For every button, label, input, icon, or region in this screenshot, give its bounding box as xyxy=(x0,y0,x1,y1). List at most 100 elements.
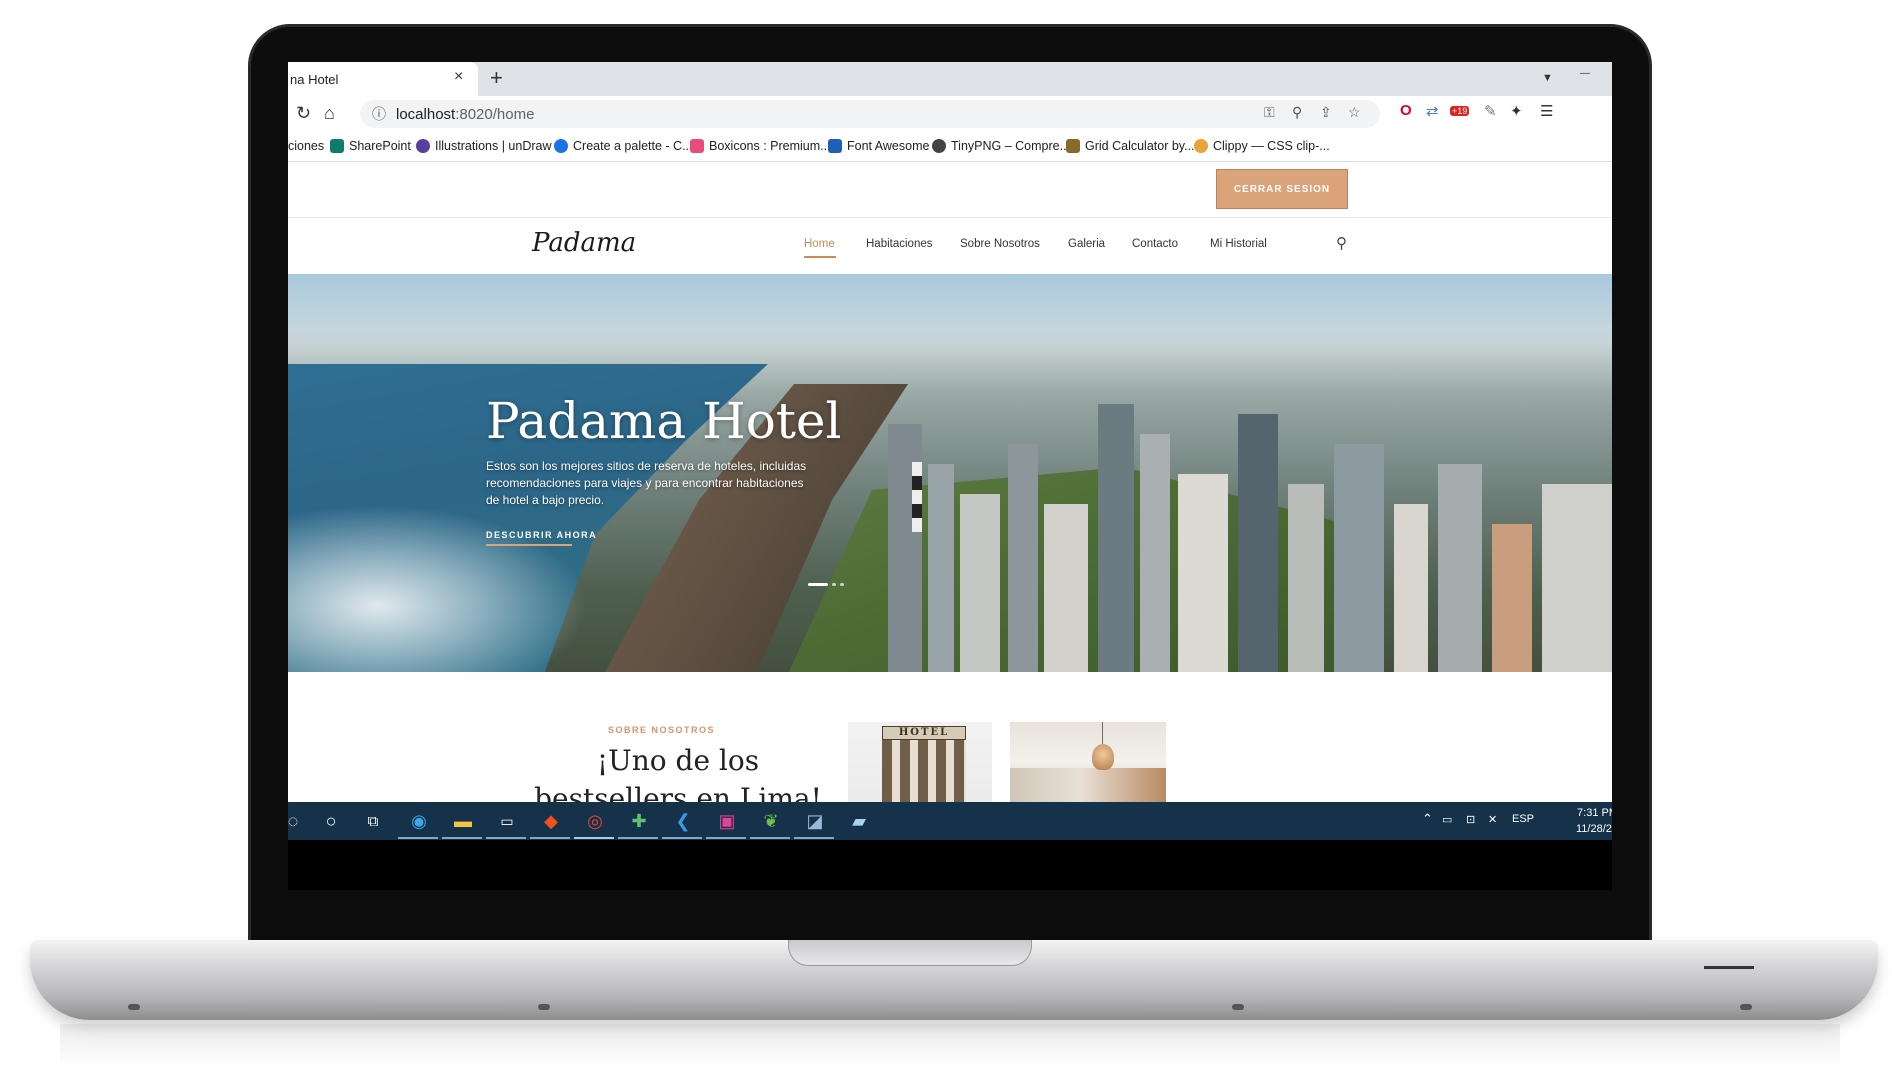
edge-icon[interactable]: ◉ xyxy=(406,808,432,834)
hero-city xyxy=(848,344,1612,672)
clock-date: 11/28/20 xyxy=(1575,823,1612,835)
cortana-icon[interactable]: ○ xyxy=(318,808,344,834)
hotel-sign: HOTEL xyxy=(882,726,966,740)
profile-menu-icon[interactable]: ▼ xyxy=(1542,72,1553,84)
tab-close-icon[interactable]: × xyxy=(454,68,463,86)
active-nav-underline xyxy=(804,256,836,258)
logout-button[interactable]: CERRAR SESION xyxy=(1216,169,1348,209)
bookmark-item[interactable]: Font Awesome xyxy=(828,139,929,153)
laptop-reflection xyxy=(60,1024,1840,1068)
nav-mi-historial[interactable]: Mi Historial xyxy=(1210,238,1267,250)
browser-tab[interactable]: na Hotel × xyxy=(288,62,478,96)
reload-icon[interactable]: ↻ xyxy=(296,103,311,124)
slider-dot[interactable] xyxy=(840,583,844,586)
browser-tab-bar: na Hotel × + ▼ — xyxy=(288,62,1612,96)
drawing-app-icon[interactable]: ◪ xyxy=(802,808,828,834)
spring-icon[interactable]: ❦ xyxy=(758,808,784,834)
bookmark-item[interactable]: Clippy — CSS clip-... xyxy=(1194,139,1330,153)
lamp-cord xyxy=(1102,722,1103,744)
notification-badge[interactable]: +19 xyxy=(1450,106,1470,116)
laptop-foot xyxy=(1740,1004,1752,1010)
url-text: localhost:8020/home xyxy=(396,106,535,123)
nav-galeria[interactable]: Galeria xyxy=(1068,238,1105,250)
bookmark-item[interactable]: Grid Calculator by... xyxy=(1066,139,1195,153)
system-clock[interactable]: 7:31 PM 11/28/20 xyxy=(1558,805,1612,837)
bookmark-item[interactable]: Create a palette - C... xyxy=(554,139,693,153)
tab-title: na Hotel xyxy=(290,71,339,87)
laptop-screen: na Hotel × + ▼ — ↻ ⌂ ⓘ localhost:8020/ho… xyxy=(288,62,1612,890)
intellij-icon[interactable]: ▣ xyxy=(714,808,740,834)
laptop-foot xyxy=(1232,1004,1244,1010)
tray-chevron-icon[interactable]: ⌃ xyxy=(1422,811,1433,827)
search-icon[interactable]: ⚲ xyxy=(1336,234,1347,252)
sticky-app-icon[interactable]: ✚ xyxy=(626,808,652,834)
extensions-puzzle-icon[interactable]: ✦ xyxy=(1510,102,1523,120)
bookmark-item[interactable]: Boxicons : Premium... xyxy=(690,139,831,153)
minimize-icon[interactable]: — xyxy=(1580,68,1590,79)
language-indicator[interactable]: ESP xyxy=(1512,813,1534,825)
laptop-mockup: na Hotel × + ▼ — ↻ ⌂ ⓘ localhost:8020/ho… xyxy=(0,0,1892,1068)
laptop-notch xyxy=(788,940,1032,966)
lighthouse xyxy=(912,462,922,532)
chrome-icon[interactable]: ◎ xyxy=(582,808,608,834)
share-icon[interactable]: ⇪ xyxy=(1320,104,1332,121)
translate-extension-icon[interactable]: ⇄ xyxy=(1426,102,1439,120)
opera-extension-icon[interactable]: O xyxy=(1400,102,1412,119)
font-awesome-flag-icon xyxy=(828,139,842,153)
top-bar: CERRAR SESION xyxy=(288,162,1612,218)
new-tab-icon[interactable]: + xyxy=(490,65,503,91)
discover-underline xyxy=(486,544,572,546)
bookmark-item[interactable]: SharePoint xyxy=(330,139,411,153)
address-bar[interactable]: ⓘ localhost:8020/home ⚿ ⚲ ⇪ ☆ xyxy=(360,100,1380,128)
boxicons-icon xyxy=(690,139,704,153)
about-label: SOBRE NOSOTROS xyxy=(608,725,716,735)
hero-description: Estos son los mejores sitios de reserva … xyxy=(486,459,807,507)
laptop-foot xyxy=(538,1004,550,1010)
nav-sobre-nosotros[interactable]: Sobre Nosotros xyxy=(960,238,1040,250)
slider-dot-active[interactable] xyxy=(808,583,828,586)
nav-habitaciones[interactable]: Habitaciones xyxy=(866,238,932,250)
search-circle-icon[interactable]: ◌ xyxy=(288,808,306,834)
bookmark-item[interactable]: ciones xyxy=(288,139,324,153)
pen-extension-icon[interactable]: ✎ xyxy=(1484,102,1497,120)
file-explorer-icon[interactable]: ▬ xyxy=(450,808,476,834)
coolors-icon xyxy=(554,139,568,153)
laptop-indicator xyxy=(1704,966,1754,969)
bookmark-item[interactable]: TinyPNG – Compre... xyxy=(932,139,1070,153)
slider-dot[interactable] xyxy=(832,583,836,586)
discover-button[interactable]: DESCUBRIR AHORA xyxy=(486,530,597,540)
clock-time: 7:31 PM xyxy=(1577,807,1612,819)
password-key-icon[interactable]: ⚿ xyxy=(1264,104,1275,121)
nav-contacto[interactable]: Contacto xyxy=(1132,238,1178,250)
site-info-icon[interactable]: ⓘ xyxy=(372,104,386,124)
grid-calculator-icon xyxy=(1066,139,1080,153)
nav-home[interactable]: Home xyxy=(804,238,835,250)
laptop-foot xyxy=(128,1004,140,1010)
main-navigation: Padama Home Habitaciones Sobre Nosotros … xyxy=(288,218,1612,274)
reading-list-icon[interactable]: ☰ xyxy=(1540,102,1553,120)
battery-icon[interactable]: ▭ xyxy=(1442,813,1452,826)
notepad-icon[interactable]: ▰ xyxy=(846,808,872,834)
sharepoint-icon xyxy=(330,139,344,153)
site-logo[interactable]: Padama xyxy=(532,228,636,258)
hero-slider: Padama Hotel Estos son los mejores sitio… xyxy=(288,274,1612,672)
volume-muted-icon[interactable]: ✕ xyxy=(1488,813,1497,826)
terminal-icon[interactable]: ▭ xyxy=(494,808,520,834)
windows-taskbar: ◌ ○ ⧉ ◉ ▬ ▭ ◆ ◎ ✚ ❮ ▣ ❦ ◪ ▰ ⌃ ▭ ⊡ ✕ ESP … xyxy=(288,802,1612,840)
browser-toolbar: ↻ ⌂ ⓘ localhost:8020/home ⚿ ⚲ ⇪ ☆ O ⇄ +1… xyxy=(288,96,1612,132)
undraw-icon xyxy=(416,139,430,153)
vscode-icon[interactable]: ❮ xyxy=(670,808,696,834)
tinypng-panda-icon xyxy=(932,139,946,153)
task-view-icon[interactable]: ⧉ xyxy=(360,808,386,834)
network-icon[interactable]: ⊡ xyxy=(1466,813,1475,826)
bookmarks-bar: ciones SharePoint Illustrations | unDraw… xyxy=(288,132,1612,162)
web-page: CERRAR SESION Padama Home Habitaciones S… xyxy=(288,162,1612,834)
figma-icon[interactable]: ◆ xyxy=(538,808,564,834)
slider-dots xyxy=(808,583,844,586)
clippy-icon xyxy=(1194,139,1208,153)
zoom-icon[interactable]: ⚲ xyxy=(1292,104,1302,121)
home-icon[interactable]: ⌂ xyxy=(324,103,335,124)
bookmark-star-icon[interactable]: ☆ xyxy=(1348,104,1361,121)
hero-title: Padama Hotel xyxy=(486,392,842,450)
bookmark-item[interactable]: Illustrations | unDraw xyxy=(416,139,552,153)
